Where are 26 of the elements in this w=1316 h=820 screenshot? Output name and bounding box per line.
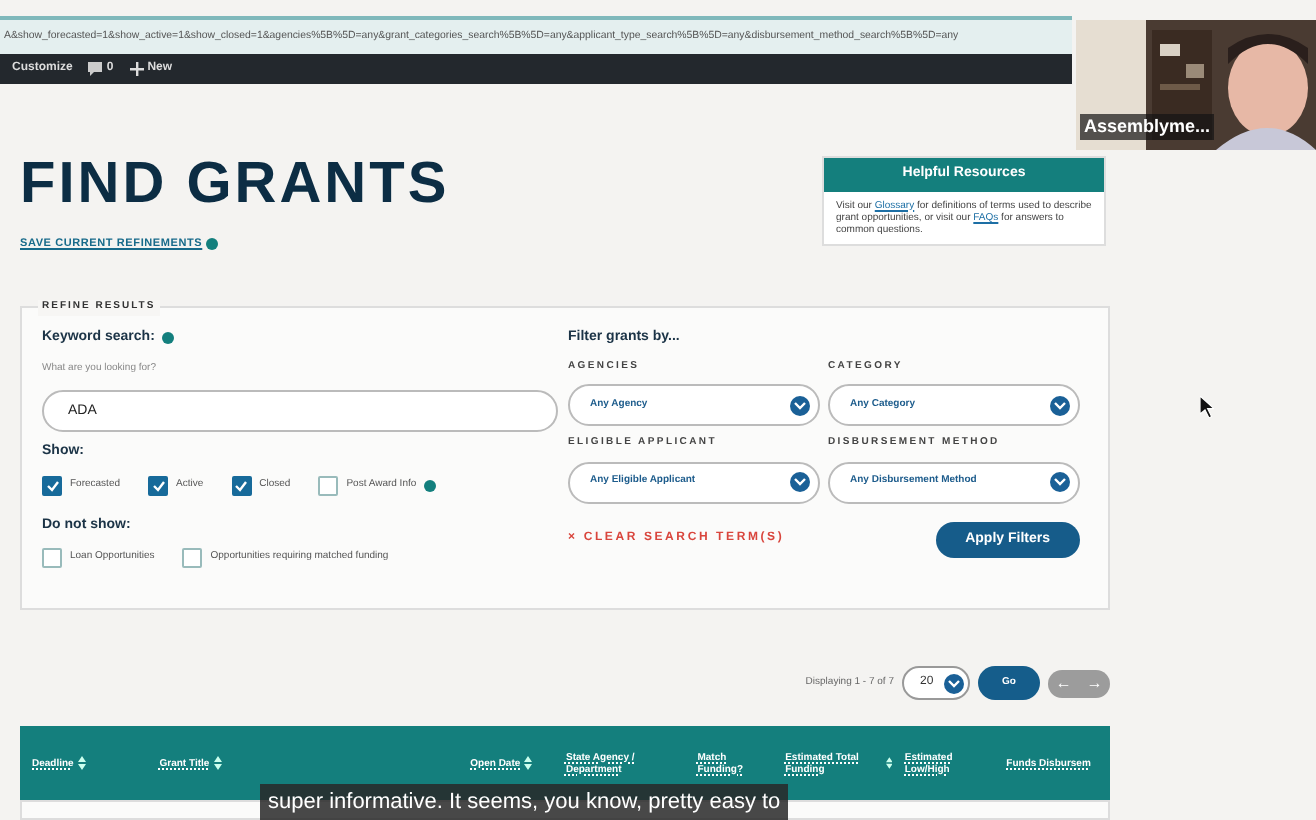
- check-icon: [45, 479, 59, 491]
- checkbox[interactable]: [42, 475, 62, 495]
- sort-icon: [77, 756, 86, 770]
- checkbox[interactable]: [318, 475, 339, 495]
- check-icon: [151, 479, 166, 491]
- sort-icon: [886, 756, 893, 770]
- check-icon: [234, 479, 249, 491]
- chevron-icon: [790, 472, 810, 492]
- chevron-icon: [790, 395, 810, 415]
- chevron-icon: [1050, 395, 1070, 415]
- checkbox[interactable]: [42, 548, 62, 568]
- info-icon: [162, 332, 175, 345]
- comment-icon: [88, 62, 103, 76]
- sort-icon: [213, 756, 222, 770]
- sort-icon: [524, 756, 533, 770]
- page-title: FIND GRANTS: [20, 156, 450, 214]
- chevron-icon: [944, 673, 964, 693]
- checkbox[interactable]: [182, 548, 203, 568]
- checkbox[interactable]: [231, 475, 252, 495]
- checkbox[interactable]: [148, 475, 169, 495]
- participant-name: Assemblyme...: [1080, 113, 1215, 140]
- chevron-icon: [1050, 472, 1070, 492]
- info-icon: [206, 238, 219, 251]
- cursor-icon: [1200, 396, 1214, 418]
- caption-text: super informative. It seems, you know, pretty easy to: [260, 784, 789, 820]
- plus-icon: [129, 62, 144, 76]
